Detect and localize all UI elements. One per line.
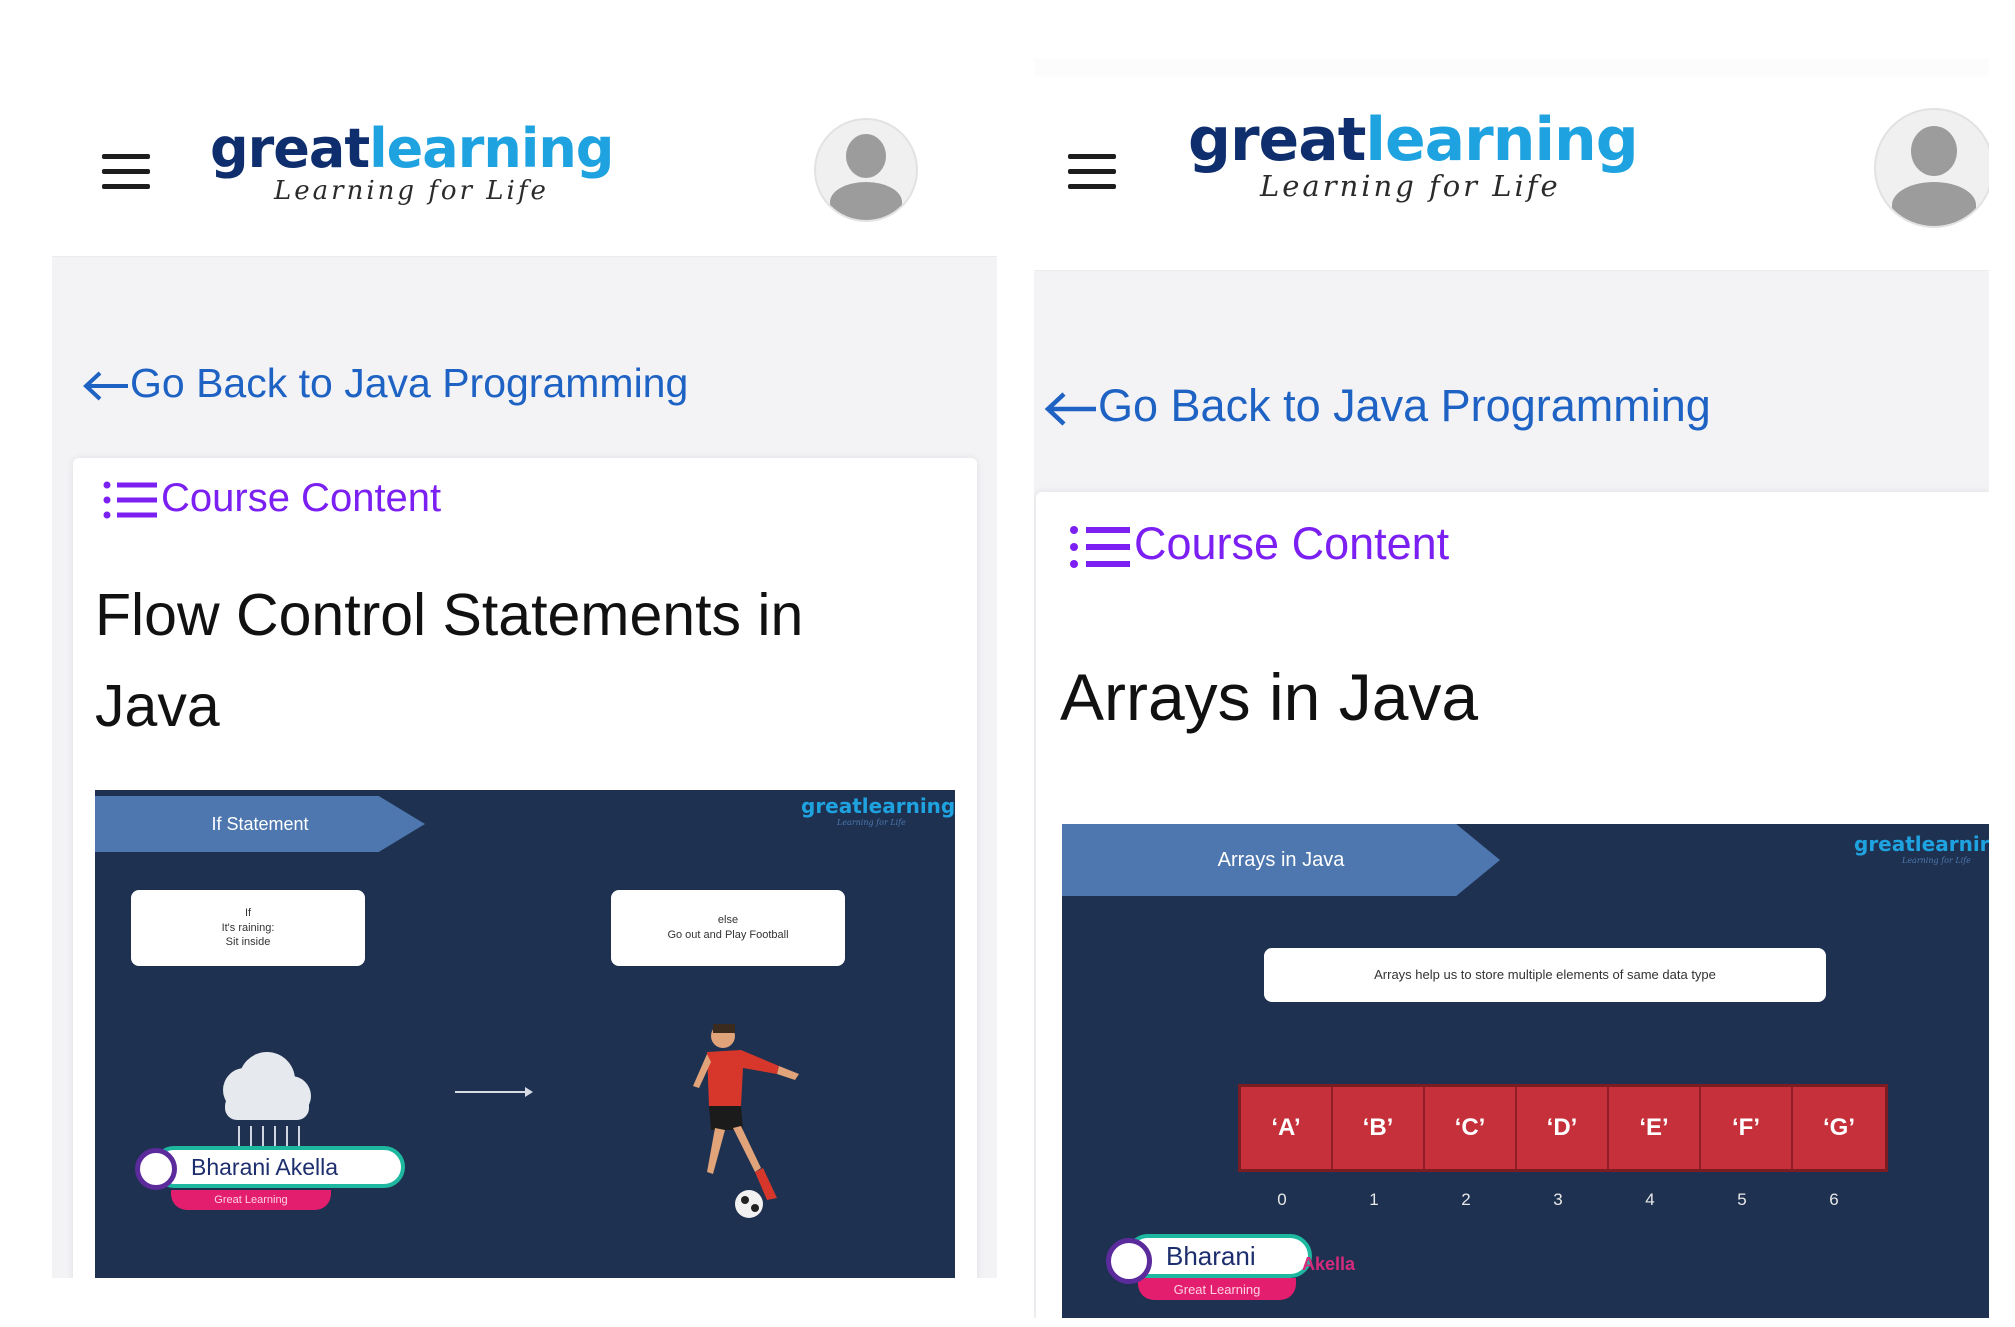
slide-ribbon: If Statement — [95, 796, 425, 852]
hamburger-menu-icon[interactable] — [102, 154, 150, 190]
rain-cloud-icon — [223, 1052, 311, 1154]
football-player-icon — [693, 1024, 799, 1218]
hamburger-menu-icon[interactable] — [1068, 154, 1116, 190]
array-index: 6 — [1829, 1190, 1839, 1209]
array-cells: ‘A’ ‘B’ ‘C’ ‘D’ ‘E’ ‘F’ ‘G’ — [1238, 1084, 1888, 1172]
array-index: 4 — [1645, 1190, 1655, 1209]
array-cell: ‘G’ — [1793, 1087, 1885, 1169]
list-icon — [1070, 526, 1130, 569]
content-card: Course Content Flow Control Statements i… — [73, 458, 977, 1278]
array-index: 1 — [1369, 1190, 1379, 1209]
course-content-label: Course Content — [161, 476, 442, 520]
array-cell: ‘C’ — [1425, 1087, 1517, 1169]
presenter-org: Great Learning — [1173, 1281, 1261, 1297]
array-cell: ‘A’ — [1241, 1087, 1333, 1169]
back-link-label: Go Back to Java Programming — [130, 360, 689, 406]
avatar[interactable] — [1874, 108, 1989, 228]
presenter-overlay-text: Akella — [1302, 1254, 1356, 1274]
presenter-org: Great Learning — [214, 1194, 288, 1206]
arrow-left-icon — [1044, 392, 1096, 426]
greatlearning-logo[interactable]: greatlearning Learning for Life — [1188, 110, 1639, 203]
back-link[interactable]: Go Back to Java Programming — [1044, 380, 1711, 432]
video-player[interactable]: If Statement greatlearning Learning for … — [95, 790, 955, 1278]
presenter-name: Bharani — [1166, 1240, 1256, 1271]
arrow-right-icon — [455, 1087, 533, 1097]
back-link[interactable]: Go Back to Java Programming — [82, 360, 688, 407]
array-cell: ‘B’ — [1333, 1087, 1425, 1169]
presenter-name: Bharani Akella — [191, 1153, 339, 1180]
course-content-button[interactable]: Course Content — [1070, 518, 1449, 570]
greatlearning-logo[interactable]: greatlearning Learning for Life — [210, 122, 614, 206]
right-screen: greatlearning Learning for Life Go Back … — [1034, 58, 1989, 1318]
if-box: If It's raining: Sit inside — [131, 890, 365, 966]
top-header: greatlearning Learning for Life — [1034, 78, 1989, 271]
array-index: 0 — [1277, 1190, 1287, 1209]
logo-tagline: Learning for Life — [1260, 169, 1561, 203]
top-header: greatlearning Learning for Life — [52, 88, 997, 257]
array-cell: ‘E’ — [1609, 1087, 1701, 1169]
logo-tagline: Learning for Life — [274, 176, 549, 206]
page-title: Flow Control Statements in Java — [95, 582, 804, 740]
course-content-button[interactable]: Course Content — [103, 476, 441, 521]
else-box: else Go out and Play Football — [611, 890, 845, 966]
left-screen: greatlearning Learning for Life Go Back … — [52, 88, 997, 1278]
slide-logo-tagline: Learning for Life — [1902, 856, 1971, 865]
array-cell: ‘D’ — [1517, 1087, 1609, 1169]
array-index: 2 — [1461, 1190, 1471, 1209]
arrow-left-icon — [83, 371, 128, 401]
back-link-label: Go Back to Java Programming — [1098, 380, 1711, 431]
list-icon — [103, 481, 157, 519]
content-card: Course Content Arrays in Java Arrays in … — [1036, 492, 1989, 1318]
slide-ribbon: Arrays in Java — [1062, 824, 1500, 896]
array-index: 5 — [1737, 1190, 1747, 1209]
array-cell: ‘F’ — [1701, 1087, 1793, 1169]
slide-logo-tagline: Learning for Life — [837, 818, 906, 827]
avatar[interactable] — [814, 118, 918, 222]
course-content-label: Course Content — [1134, 518, 1450, 569]
description-box: Arrays help us to store multiple element… — [1264, 948, 1826, 1002]
slide-logo: greatlearnir — [1854, 832, 1989, 856]
slide-logo: greatlearning — [801, 794, 955, 818]
video-player[interactable]: Arrays in Java greatlearnir Learning for… — [1062, 824, 1989, 1318]
presenter-badge: Bharani Akella Great Learning — [135, 1146, 435, 1236]
array-index: 3 — [1553, 1190, 1563, 1209]
page-title: Arrays in Java — [1060, 660, 1479, 734]
presenter-badge: Bharani Akella Great Learning — [1106, 1234, 1386, 1318]
